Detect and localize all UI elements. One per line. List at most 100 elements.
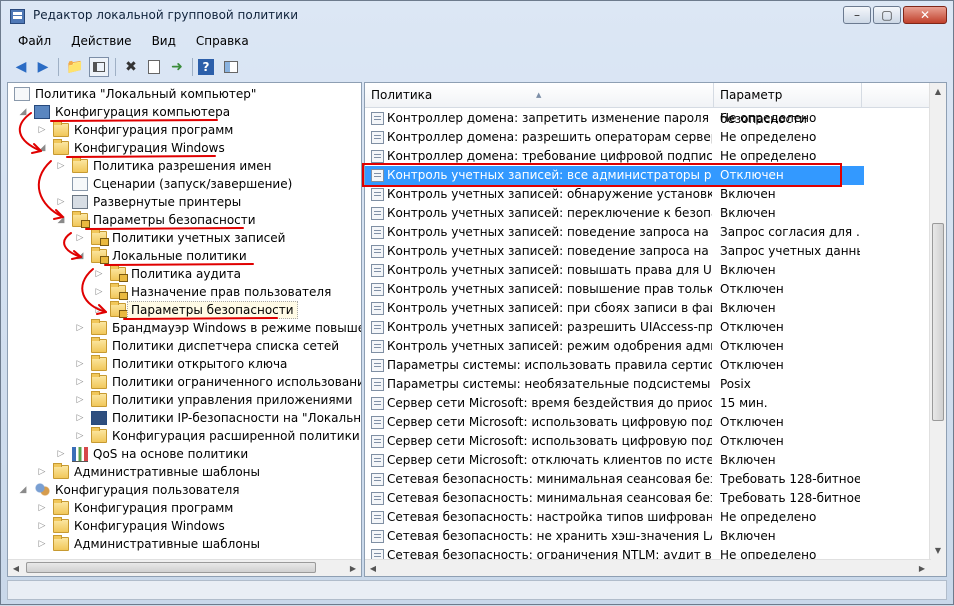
- expanded-arrow-icon[interactable]: ◢: [37, 139, 47, 157]
- collapsed-arrow-icon[interactable]: ▷: [94, 265, 104, 283]
- back-arrow-icon[interactable]: ◀: [11, 57, 31, 77]
- policy-setting-value: 15 мин.: [720, 396, 768, 410]
- policy-row[interactable]: Контроль учетных записей: разрешить UIAc…: [365, 318, 931, 337]
- policy-row[interactable]: Сервер сети Microsoft: использовать цифр…: [365, 432, 931, 451]
- collapsed-arrow-icon[interactable]: ▷: [56, 193, 66, 211]
- collapsed-arrow-icon[interactable]: ▷: [75, 355, 85, 373]
- collapsed-arrow-icon[interactable]: ▷: [75, 229, 85, 247]
- list-horizontal-scrollbar[interactable]: ◀ ▶: [365, 559, 931, 576]
- help-icon[interactable]: ?: [198, 59, 214, 75]
- menu-file[interactable]: Файл: [7, 31, 60, 48]
- policy-setting-value: Posix: [720, 377, 751, 391]
- policy-row[interactable]: Сетевая безопасность: минимальная сеансо…: [365, 489, 931, 508]
- collapsed-arrow-icon[interactable]: ▷: [56, 445, 66, 463]
- policy-setting-value: Отключен: [720, 415, 784, 429]
- title-bar[interactable]: Редактор локальной групповой политики – …: [1, 1, 953, 31]
- view-icon[interactable]: [221, 57, 241, 77]
- collapsed-arrow-icon[interactable]: ▷: [75, 427, 85, 445]
- policy-row-selected[interactable]: Контроль учетных записей: все администра…: [365, 166, 864, 185]
- policy-setting-icon: [371, 188, 384, 201]
- collapsed-arrow-icon[interactable]: ▷: [75, 373, 85, 391]
- delete-icon[interactable]: ✖: [121, 57, 141, 77]
- policy-row[interactable]: Контроль учетных записей: повышать права…: [365, 261, 931, 280]
- minimize-button[interactable]: –: [843, 6, 871, 24]
- expanded-arrow-icon[interactable]: ◢: [56, 211, 66, 229]
- policy-row[interactable]: Контроль учетных записей: при сбоях запи…: [365, 299, 931, 318]
- collapsed-arrow-icon[interactable]: ▷: [37, 463, 47, 481]
- policy-row[interactable]: Сервер сети Microsoft: отключать клиенто…: [365, 451, 931, 470]
- policy-row[interactable]: Сервер сети Microsoft: время бездействия…: [365, 394, 931, 413]
- policy-setting-value: Включен: [720, 187, 776, 201]
- policy-row[interactable]: Контроллер домена: разрешить операторам …: [365, 128, 931, 147]
- tree-horizontal-scrollbar[interactable]: ◀ ▶: [8, 559, 361, 576]
- policy-name: Контроллер домена: требование цифровой п…: [387, 149, 712, 163]
- scroll-left-icon[interactable]: ◀: [8, 560, 24, 576]
- maximize-button[interactable]: ▢: [873, 6, 901, 24]
- export-icon[interactable]: ➜: [167, 57, 187, 77]
- show-tree-icon[interactable]: [89, 57, 109, 77]
- column-header-setting[interactable]: Параметр безопасности: [714, 83, 862, 126]
- policy-setting-value: Не определено: [720, 111, 817, 125]
- up-folder-icon[interactable]: 📁: [65, 57, 85, 77]
- close-button[interactable]: ✕: [903, 6, 947, 24]
- menu-help[interactable]: Справка: [185, 31, 258, 48]
- collapsed-arrow-icon[interactable]: ▷: [56, 157, 66, 175]
- policy-row[interactable]: Контроль учетных записей: обнаружение ус…: [365, 185, 931, 204]
- policy-row[interactable]: Сетевая безопасность: не хранить хэш-зна…: [365, 527, 931, 546]
- scroll-thumb[interactable]: [26, 562, 316, 573]
- policy-row[interactable]: Параметры системы: необязательные подсис…: [365, 375, 931, 394]
- collapsed-arrow-icon[interactable]: ▷: [94, 301, 104, 319]
- menu-view[interactable]: Вид: [141, 31, 185, 48]
- collapsed-arrow-icon[interactable]: ▷: [94, 283, 104, 301]
- policy-row[interactable]: Сетевая безопасность: минимальная сеансо…: [365, 470, 931, 489]
- policy-row[interactable]: Параметры системы: использовать правила …: [365, 356, 931, 375]
- policy-row[interactable]: Сетевая безопасность: настройка типов ши…: [365, 508, 931, 527]
- policy-name: Параметры системы: использовать правила …: [387, 358, 712, 372]
- collapsed-arrow-icon[interactable]: ▷: [75, 409, 85, 427]
- scroll-down-icon[interactable]: ▼: [930, 542, 946, 559]
- details-pane[interactable]: Политика ▲ Параметр безопасности Контролл…: [364, 82, 947, 577]
- scroll-up-icon[interactable]: ▲: [930, 83, 946, 100]
- folder-icon: [53, 517, 69, 533]
- policy-row[interactable]: Контроль учетных записей: поведение запр…: [365, 223, 931, 242]
- expanded-arrow-icon[interactable]: ◢: [18, 103, 28, 121]
- forward-arrow-icon[interactable]: ▶: [33, 57, 53, 77]
- policy-row[interactable]: Контроллер домена: требование цифровой п…: [365, 147, 931, 166]
- policy-row[interactable]: Контроль учетных записей: поведение запр…: [365, 242, 931, 261]
- policy-setting-icon: [371, 340, 384, 353]
- policy-row[interactable]: Контроль учетных записей: повышение прав…: [365, 280, 931, 299]
- collapsed-arrow-icon[interactable]: ▷: [37, 535, 47, 553]
- policy-row[interactable]: Контроллер домена: запретить изменение п…: [365, 109, 931, 128]
- menu-action[interactable]: Действие: [60, 31, 140, 48]
- scroll-thumb[interactable]: [932, 223, 944, 421]
- printer-icon: [72, 195, 88, 209]
- collapsed-arrow-icon[interactable]: ▷: [37, 121, 47, 139]
- list-vertical-scrollbar[interactable]: ▲ ▼: [929, 83, 946, 576]
- policy-setting-icon: [371, 473, 384, 486]
- scroll-left-icon[interactable]: ◀: [365, 560, 381, 576]
- policy-setting-value: Отключен: [720, 339, 784, 353]
- properties-icon[interactable]: [144, 57, 164, 77]
- collapsed-arrow-icon[interactable]: ▷: [75, 391, 85, 409]
- policy-row[interactable]: Контроль учетных записей: переключение к…: [365, 204, 931, 223]
- policy-name: Контроль учетных записей: все администра…: [387, 168, 712, 182]
- policy-setting-icon: [371, 302, 384, 315]
- folder-icon: [53, 463, 69, 479]
- tree-pane[interactable]: Политика "Локальный компьютер" ◢ Конфигу…: [7, 82, 362, 577]
- policy-icon: [14, 87, 30, 101]
- folder-icon: [91, 355, 107, 371]
- policy-row[interactable]: Сервер сети Microsoft: использовать цифр…: [365, 413, 931, 432]
- scroll-right-icon[interactable]: ▶: [914, 560, 930, 576]
- policy-setting-icon: [371, 511, 384, 524]
- policy-setting-value: Включен: [720, 453, 776, 467]
- scroll-right-icon[interactable]: ▶: [345, 560, 361, 576]
- column-header-policy[interactable]: Политика ▲: [365, 83, 714, 107]
- collapsed-arrow-icon[interactable]: ▷: [37, 517, 47, 535]
- policy-setting-value: Включен: [720, 263, 776, 277]
- expanded-arrow-icon[interactable]: ◢: [75, 247, 85, 265]
- folder-icon: [72, 157, 88, 173]
- collapsed-arrow-icon[interactable]: ▷: [37, 499, 47, 517]
- expanded-arrow-icon[interactable]: ◢: [18, 481, 28, 499]
- collapsed-arrow-icon[interactable]: ▷: [75, 319, 85, 337]
- policy-row[interactable]: Контроль учетных записей: режим одобрени…: [365, 337, 931, 356]
